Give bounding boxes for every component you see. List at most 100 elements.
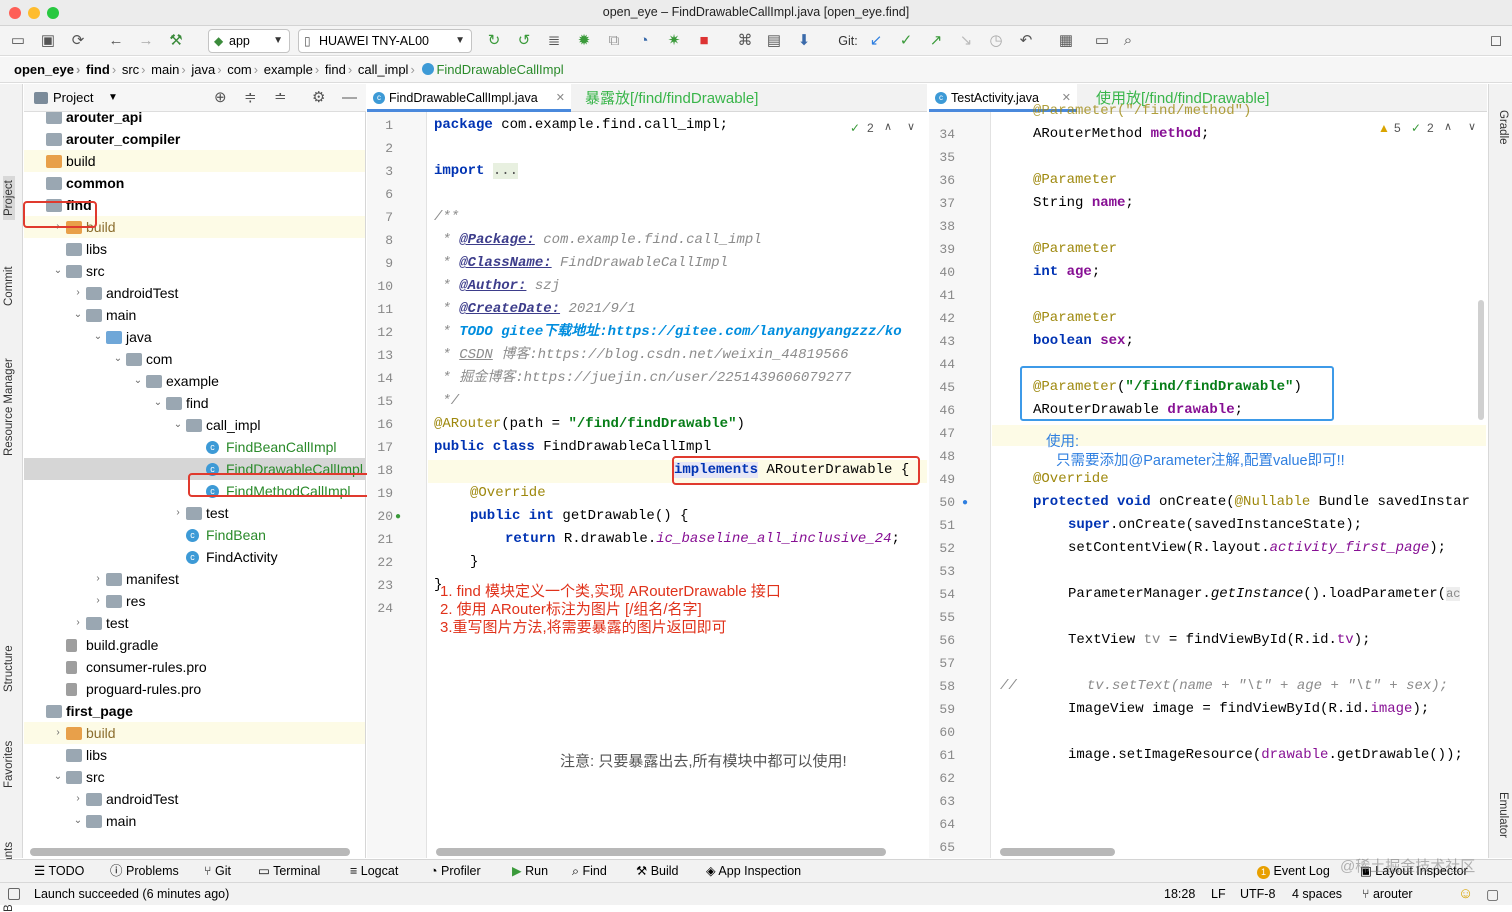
tree-item[interactable]: c FindBean (24, 524, 365, 546)
tool-find[interactable]: ⌕ Find (572, 860, 607, 882)
profile-icon[interactable]: ◔ (634, 30, 654, 52)
tree-item[interactable]: arouter_compiler (24, 128, 365, 150)
chevron-right-icon[interactable]: › (92, 590, 104, 612)
attach-icon[interactable]: ⧉ (604, 30, 624, 52)
tree-item[interactable]: ⌄ java (24, 326, 365, 348)
run-tests-icon[interactable]: ✷ (664, 30, 684, 52)
layout-icon[interactable]: ▭ (1092, 30, 1112, 52)
breadcrumb-item[interactable]: example (254, 57, 319, 82)
right-editor-code[interactable]: @Parameter("/find/method") ARouterMethod… (1000, 100, 1486, 858)
git-push-icon[interactable]: ↗ (926, 30, 946, 52)
git-update-icon[interactable]: ↙ (866, 30, 886, 52)
tree-item[interactable]: c FindActivity (24, 546, 365, 568)
tool-git[interactable]: ⑂ Git (204, 860, 231, 882)
tool-window-gradle[interactable]: Gradle (1497, 110, 1509, 145)
tree-item[interactable]: › test (24, 612, 365, 634)
git-branch[interactable]: ⑂ arouter (1362, 883, 1413, 905)
left-editor-hscroll[interactable] (436, 848, 886, 856)
chevron-right-icon[interactable]: › (72, 788, 84, 810)
back-icon[interactable]: ← (106, 30, 126, 52)
horizontal-scrollbar[interactable] (30, 848, 350, 856)
tree-item[interactable]: build (24, 150, 365, 172)
tree-item[interactable]: ⌄ main (24, 304, 365, 326)
chevron-down-icon[interactable]: ⌄ (172, 414, 184, 436)
search-icon[interactable]: ⌕ (1118, 30, 1138, 52)
tab-finddrawablecallimpl[interactable]: c FindDrawableCallImpl.java ✕ (367, 84, 571, 112)
forward-icon[interactable]: → (136, 30, 156, 52)
smiley-icon[interactable]: ☺ (1458, 883, 1473, 905)
rollback-icon[interactable]: ↶ (1016, 30, 1036, 52)
user-icon[interactable]: ◻ (1486, 30, 1506, 52)
tree-item[interactable]: c FindBeanCallImpl (24, 436, 365, 458)
device-select[interactable]: ▯ HUAWEI TNY-AL00 ▼ (298, 29, 472, 53)
tool-logcat[interactable]: ≡ Logcat (350, 860, 398, 882)
tool-window-favorites[interactable]: Favorites (3, 741, 15, 788)
tree-item[interactable]: ⌄ find (24, 392, 365, 414)
chevron-right-icon[interactable]: › (172, 502, 184, 524)
chevron-down-icon[interactable]: ∨ (1468, 120, 1476, 133)
debug-icon[interactable]: ✹ (574, 30, 594, 52)
chevron-down-icon[interactable]: ▼ (108, 84, 118, 112)
collapse-all-icon[interactable]: ≐ (274, 84, 287, 112)
hide-icon[interactable]: — (342, 84, 357, 112)
breadcrumb-item[interactable]: open_eye (8, 57, 80, 82)
breadcrumb-item[interactable]: call_impl (348, 57, 415, 82)
tree-item[interactable]: common (24, 172, 365, 194)
right-editor-vscroll[interactable] (1478, 300, 1484, 420)
right-editor-hscroll[interactable] (1000, 848, 1115, 856)
tool-app-inspection[interactable]: ◈ App Inspection (706, 860, 801, 882)
breadcrumb-item[interactable]: main (141, 57, 185, 82)
file-encoding[interactable]: UTF-8 (1240, 883, 1275, 905)
sync-icon[interactable]: ⟳ (68, 30, 88, 52)
chevron-down-icon[interactable]: ⌄ (52, 766, 64, 788)
breadcrumb-item[interactable]: java (181, 57, 221, 82)
tool-run[interactable]: ▶ Run (512, 860, 548, 882)
tree-item[interactable]: › test (24, 502, 365, 524)
sdk-manager-icon[interactable]: ⬇ (794, 30, 814, 52)
tree-item[interactable]: › build (24, 722, 365, 744)
minimize-window-button[interactable] (28, 7, 40, 19)
tool-window-emulator[interactable]: Emulator (1497, 792, 1509, 838)
tree-item[interactable]: ⌄ src (24, 766, 365, 788)
stop-icon[interactable]: ■ (694, 30, 714, 52)
tool-event-log[interactable]: 1 Event Log (1257, 860, 1330, 882)
chevron-down-icon[interactable]: ∨ (907, 120, 915, 133)
git-pull-icon[interactable]: ↘ (956, 30, 976, 52)
project-structure-icon[interactable]: ▦ (1056, 30, 1076, 52)
chevron-right-icon[interactable]: › (92, 568, 104, 590)
tree-item[interactable]: › androidTest (24, 282, 365, 304)
chevron-right-icon[interactable]: › (72, 282, 84, 304)
apply-code-changes-icon[interactable]: ↺ (514, 30, 534, 52)
chevron-down-icon[interactable]: ⌄ (152, 392, 164, 414)
save-icon[interactable]: ▣ (38, 30, 58, 52)
locate-icon[interactable]: ⊕ (214, 84, 227, 112)
chevron-down-icon[interactable]: ⌄ (52, 260, 64, 282)
open-folder-icon[interactable]: ▭ (8, 30, 28, 52)
tree-item[interactable]: ⌄ example (24, 370, 365, 392)
chevron-down-icon[interactable]: ⌄ (72, 304, 84, 326)
chevron-down-icon[interactable]: ⌄ (112, 348, 124, 370)
tree-item[interactable]: consumer-rules.pro (24, 656, 365, 678)
tool-todo[interactable]: ☰ TODO (34, 860, 84, 882)
line-separator[interactable]: LF (1211, 883, 1226, 905)
apply-changes-icon[interactable]: ↻ (484, 30, 504, 52)
tree-item[interactable]: ⌄ src (24, 260, 365, 282)
chevron-down-icon[interactable]: ⌄ (92, 326, 104, 348)
device-manager-icon[interactable]: ▤ (764, 30, 784, 52)
chevron-right-icon[interactable]: › (72, 612, 84, 634)
close-window-button[interactable] (9, 7, 21, 19)
tree-item[interactable]: ⌄ main (24, 810, 365, 832)
coverage-icon[interactable]: ≣ (544, 30, 564, 52)
breadcrumb-item[interactable]: com (217, 57, 258, 82)
caret-position[interactable]: 18:28 (1164, 883, 1195, 905)
git-commit-icon[interactable]: ✓ (896, 30, 916, 52)
tree-item[interactable]: ⌄ com (24, 348, 365, 370)
tool-terminal[interactable]: ▭ Terminal (258, 860, 320, 882)
lock-icon[interactable]: ▢ (1486, 883, 1499, 905)
chevron-right-icon[interactable]: › (52, 722, 64, 744)
chevron-down-icon[interactable]: ⌄ (72, 810, 84, 832)
chevron-up-icon[interactable]: ∧ (1444, 120, 1452, 133)
gear-icon[interactable]: ⚙ (312, 84, 325, 112)
expand-all-icon[interactable]: ≑ (244, 84, 257, 112)
tree-item[interactable]: › manifest (24, 568, 365, 590)
